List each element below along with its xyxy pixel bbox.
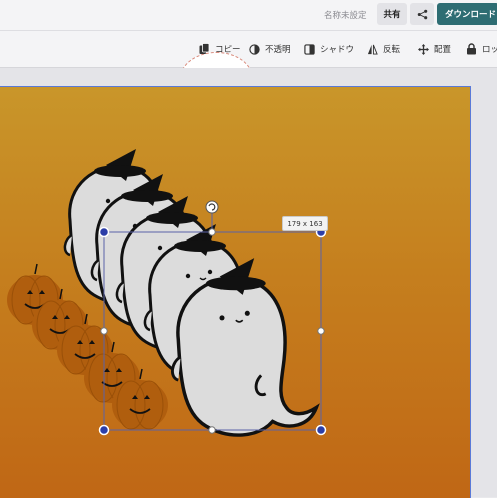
resize-handle-top-left[interactable] [98, 226, 110, 238]
rotate-handle[interactable] [205, 200, 219, 214]
resize-handle-right[interactable] [317, 327, 325, 335]
resize-handle-bottom[interactable] [208, 426, 216, 434]
size-badge: 179 x 163 [282, 216, 328, 231]
resize-handle-top[interactable] [208, 228, 216, 236]
resize-handle-bottom-left[interactable] [98, 424, 110, 436]
ghost-illustration[interactable] [0, 0, 497, 497]
resize-handle-left[interactable] [100, 327, 108, 335]
resize-handle-bottom-right[interactable] [315, 424, 327, 436]
